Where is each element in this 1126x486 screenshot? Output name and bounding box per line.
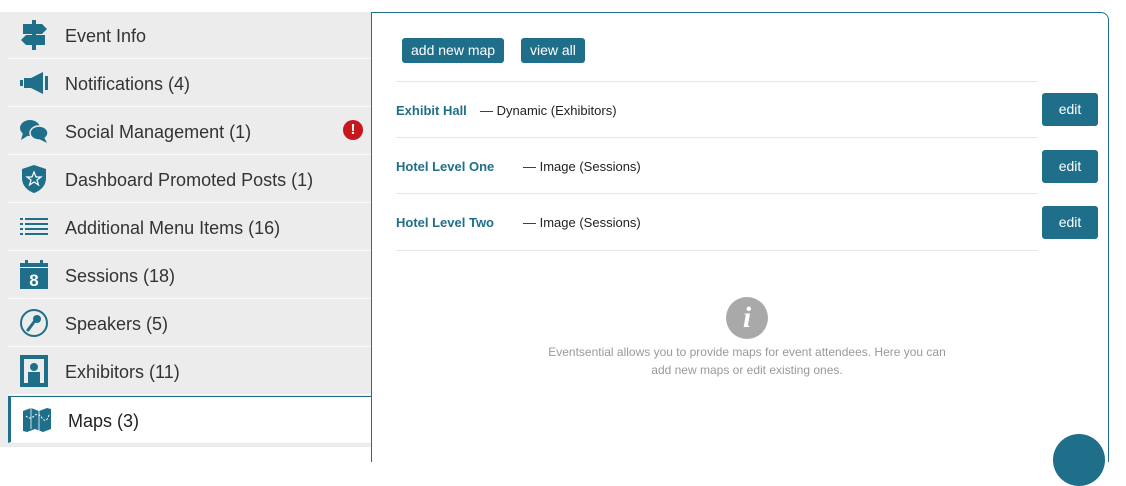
chat-bubbles-icon	[18, 116, 50, 146]
maps-panel: add new map view all Exhibit Hall — Dyna…	[371, 12, 1109, 462]
sidebar-item-label: Dashboard Promoted Posts (1)	[65, 170, 314, 190]
sidebar-item-event-info[interactable]: Event Info	[8, 12, 372, 59]
sidebar-item-label: Speakers (5)	[65, 314, 169, 334]
sidebar-item-social-management[interactable]: Social Management (1) !	[8, 108, 372, 155]
map-row: Hotel Level Two — Image (Sessions)	[396, 193, 1038, 251]
map-name-link[interactable]: Exhibit Hall	[396, 103, 467, 118]
sidebar-item-label: Sessions (18)	[65, 266, 176, 286]
calendar-day-number: 8	[29, 271, 38, 290]
edit-button[interactable]: edit	[1042, 93, 1098, 126]
sidebar-item-speakers[interactable]: Speakers (5)	[8, 300, 372, 347]
sidebar-item-exhibitors[interactable]: Exhibitors (11)	[8, 348, 372, 395]
edit-button[interactable]: edit	[1042, 150, 1098, 183]
view-all-button[interactable]: view all	[521, 38, 585, 63]
map-name-link[interactable]: Hotel Level Two	[396, 215, 494, 230]
map-row: Hotel Level One — Image (Sessions)	[396, 137, 1038, 194]
alert-icon: !	[343, 120, 363, 140]
calendar-icon: 8	[18, 260, 50, 290]
sidebar-item-dashboard-promoted-posts[interactable]: Dashboard Promoted Posts (1)	[8, 156, 372, 203]
megaphone-icon	[18, 68, 50, 98]
info-icon: i	[726, 297, 768, 339]
map-name-link[interactable]: Hotel Level One	[396, 159, 494, 174]
booth-icon	[18, 355, 50, 387]
map-type: — Dynamic (Exhibitors)	[480, 103, 617, 118]
info-message-line: Eventsential allows you to provide maps …	[548, 345, 946, 359]
sidebar-item-notifications[interactable]: Notifications (4)	[8, 60, 372, 107]
sidebar-item-label: Event Info	[65, 26, 147, 46]
signpost-icon	[18, 20, 50, 50]
sidebar-item-label: Exhibitors (11)	[65, 362, 180, 382]
sidebar-item-sessions[interactable]: 8 Sessions (18)	[8, 252, 372, 299]
list-icon	[18, 212, 50, 242]
map-type: — Image (Sessions)	[523, 215, 641, 230]
microphone-icon	[18, 308, 50, 338]
sidebar-item-label: Notifications (4)	[65, 74, 191, 94]
sidebar-item-label: Additional Menu Items (16)	[65, 218, 281, 238]
edit-button[interactable]: edit	[1042, 206, 1098, 239]
map-row: Exhibit Hall — Dynamic (Exhibitors)	[396, 81, 1038, 138]
sidebar-item-label: Maps (3)	[68, 411, 140, 431]
sidebar: Event Info Notifications (4) Social Mana…	[0, 12, 374, 447]
add-new-map-button[interactable]: add new map	[402, 38, 505, 63]
info-message: Eventsential allows you to provide maps …	[512, 343, 982, 379]
sidebar-item-maps[interactable]: Maps (3)	[8, 396, 374, 443]
shield-star-icon	[18, 164, 50, 194]
map-icon	[21, 405, 53, 435]
floating-action-button[interactable]	[1053, 434, 1105, 486]
sidebar-item-additional-menu-items[interactable]: Additional Menu Items (16)	[8, 204, 372, 251]
sidebar-item-label: Social Management (1)	[65, 122, 252, 142]
info-message-line: add new maps or edit existing ones.	[651, 363, 843, 377]
map-type: — Image (Sessions)	[523, 159, 641, 174]
